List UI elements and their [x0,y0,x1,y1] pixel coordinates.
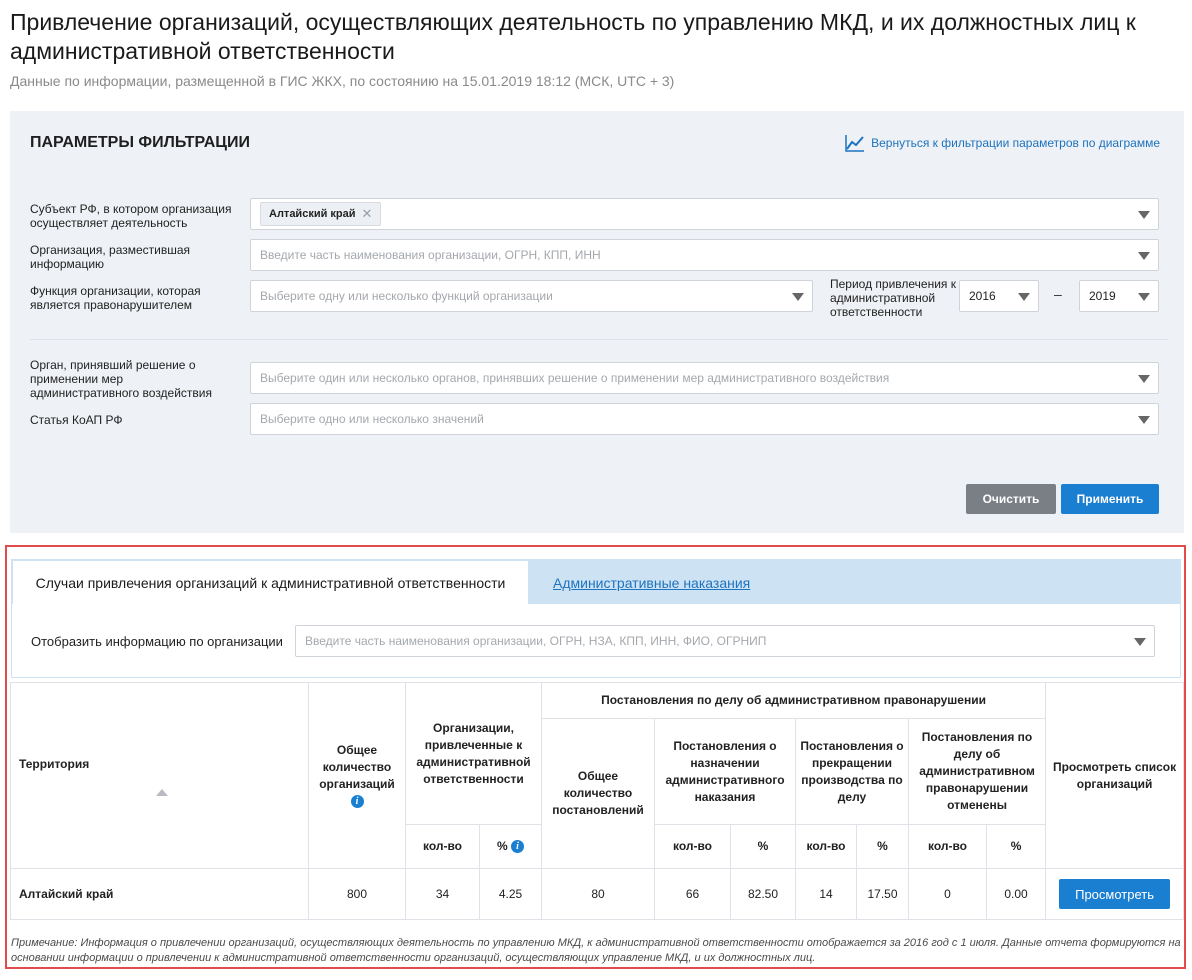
period-separator: – [1054,286,1062,302]
header-penalty-count: кол-во [654,824,731,869]
header-terminated-count: кол-во [795,824,857,869]
function-select[interactable]: Выберите одну или несколько функций орга… [250,280,813,312]
cell-terminated-pct: 17.50 [856,868,909,920]
article-select[interactable]: Выберите одно или несколько значений [250,403,1159,435]
info-icon[interactable]: i [350,794,364,808]
header-involved-pct-label: % [496,839,508,853]
header-total-orgs: Общее количество организаций i [308,682,406,869]
view-button[interactable]: Просмотреть [1059,879,1171,909]
chevron-down-icon [1134,638,1146,646]
filter-panel: ПАРАМЕТРЫ ФИЛЬТРАЦИИ Вернуться к фильтра… [10,111,1184,533]
subject-chip[interactable]: Алтайский край ✕ [260,202,382,226]
org-filter-select[interactable]: Введите часть наименования организации, … [295,625,1155,657]
header-territory[interactable]: Территория [10,682,309,869]
period-from-select[interactable]: 2016 [959,280,1039,312]
subject-label: Субъект РФ, в котором организация осущес… [30,202,232,230]
cell-involved-pct: 4.25 [479,868,542,920]
tab-cases[interactable]: Случаи привлечения организаций к админис… [13,561,528,605]
organization-placeholder: Введите часть наименования организации, … [260,248,601,262]
organization-select[interactable]: Введите часть наименования организации, … [250,239,1159,271]
organization-label: Организация, разместившая информацию [30,243,191,271]
cell-total-resolutions: 80 [541,868,655,920]
period-from-value: 2016 [969,289,996,303]
chevron-down-icon [1138,375,1150,383]
page-subtitle: Данные по информации, размещенной в ГИС … [10,73,675,89]
cell-cancelled-pct: 0.00 [985,868,1047,920]
header-territory-label: Территория [19,756,90,771]
results-section: Случаи привлечения организаций к админис… [5,545,1186,969]
header-cancelled: Постановления по делу об административно… [907,718,1047,825]
cell-penalty-count: 66 [654,868,731,920]
diagram-link[interactable]: Вернуться к фильтрации параметров по диа… [845,134,1160,152]
article-placeholder: Выберите одно или несколько значений [260,412,484,426]
diagram-link-label: Вернуться к фильтрации параметров по диа… [871,136,1160,150]
header-penalty-pct: % [730,824,796,869]
cell-involved-count: 34 [405,868,480,920]
chevron-down-icon [1138,293,1150,301]
period-to-select[interactable]: 2019 [1079,280,1159,312]
chevron-down-icon [792,293,804,301]
header-cancelled-pct: % [985,824,1047,869]
header-terminated-pct: % [856,824,909,869]
chart-icon [845,135,865,152]
authority-label: Орган, принявший решение о применении ме… [30,358,213,400]
chevron-down-icon [1138,416,1150,424]
function-label: Функция организации, которая является пр… [30,284,201,312]
period-to-value: 2019 [1089,289,1116,303]
sort-up-icon[interactable] [155,788,168,796]
authority-select[interactable]: Выберите один или несколько органов, при… [250,362,1159,394]
header-involved-pct: % i [479,824,542,869]
authority-placeholder: Выберите один или несколько органов, при… [260,371,890,385]
cell-total-orgs: 800 [308,868,406,920]
clear-button[interactable]: Очистить [966,484,1056,514]
filter-heading: ПАРАМЕТРЫ ФИЛЬТРАЦИИ [30,134,250,151]
cell-cancelled-count: 0 [908,868,987,920]
close-icon[interactable]: ✕ [362,206,373,222]
header-resolutions: Постановления по делу об административно… [540,682,1047,719]
header-cancelled-count: кол-во [908,824,987,869]
function-placeholder: Выберите одну или несколько функций орга… [260,289,553,303]
header-total-resolutions: Общее количество постановлений [541,718,655,869]
chevron-down-icon [1138,211,1150,219]
table-row: Алтайский край 800 34 4.25 80 66 82.50 1… [10,868,1185,920]
subject-select[interactable]: Алтайский край ✕ [250,198,1159,230]
period-label: Период привлечения к административной от… [830,277,957,319]
chevron-down-icon [1018,293,1030,301]
org-filter-panel: Отобразить информацию по организации Вве… [11,604,1181,678]
header-total-orgs-label: Общее количество организаций [319,742,395,791]
apply-button[interactable]: Применить [1061,484,1159,514]
cell-terminated-count: 14 [795,868,857,920]
cell-view: Просмотреть [1045,868,1185,920]
filter-divider [30,339,1168,340]
header-penalty: Постановления о назначении административ… [654,718,796,825]
cell-penalty-pct: 82.50 [730,868,796,920]
subject-chip-label: Алтайский край [269,208,356,220]
header-involved-count: кол-во [405,824,480,869]
footnote: Примечание: Информация о привлечении орг… [11,937,1181,964]
info-icon[interactable]: i [511,840,524,854]
tab-penalties[interactable]: Административные наказания [553,575,750,591]
org-filter-label: Отобразить информацию по организации [31,634,283,649]
header-view-list: Просмотреть список организаций [1045,682,1185,869]
chevron-down-icon [1138,252,1150,260]
header-involved-orgs: Организации, привлеченные к администрати… [405,682,542,825]
article-label: Статья КоАП РФ [30,413,123,427]
page-title: Привлечение организаций, осуществляющих … [10,9,1136,64]
results-table: Территория Общее количество организаций … [10,682,1185,920]
org-filter-placeholder: Введите часть наименования организации, … [305,634,767,648]
header-terminated: Постановления о прекращении производства… [795,718,909,825]
cell-territory: Алтайский край [10,868,309,920]
